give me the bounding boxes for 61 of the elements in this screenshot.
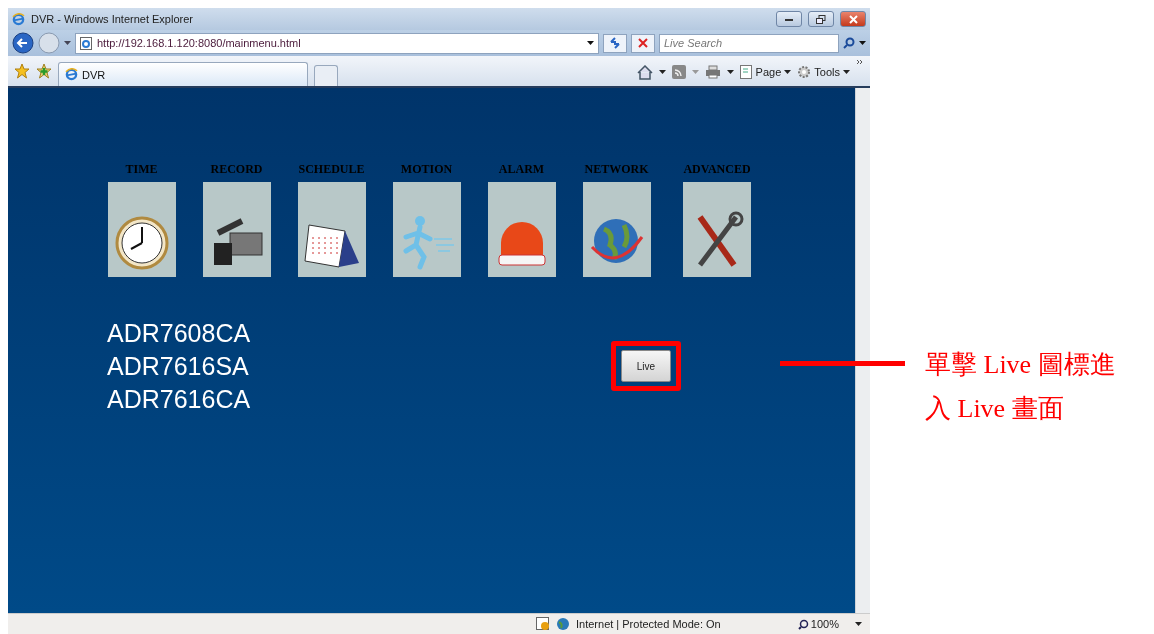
model-name: ADR7608CA [107,318,252,349]
menu-tile[interactable] [487,182,556,277]
menu-label: RECORD [210,162,263,177]
star-icon[interactable] [14,63,30,79]
model-name: ADR7616CA [107,384,252,415]
feed-icon[interactable] [671,65,686,79]
restore-button[interactable] [808,11,834,27]
caret-icon[interactable] [658,69,666,75]
menu-tile[interactable] [582,182,651,277]
address-field[interactable]: http://192.168.1.120:8080/mainmenu.html [75,32,599,54]
menu-label: NETWORK [584,162,649,177]
search-icon[interactable] [843,37,855,49]
menu-tile[interactable] [297,182,366,277]
search-field[interactable]: Live Search [659,33,839,53]
close-button[interactable] [840,11,866,27]
caret-icon[interactable] [859,40,866,46]
menu-label: TIME [125,162,158,177]
close-icon [848,14,858,24]
menu-tile[interactable] [683,182,751,277]
minimize-icon [784,16,794,22]
refresh-icon [609,37,621,49]
caret-icon [843,69,850,75]
stop-icon [638,38,648,48]
security-icon [536,617,550,631]
browser-tab[interactable]: DVR [58,62,308,86]
window-title: DVR - Windows Internet Explorer [31,13,194,25]
page-icon [739,65,753,79]
annotation-text: 入 Live 畫面 [925,393,1065,425]
menu-label: ADVANCED [683,162,751,177]
printer-icon[interactable] [704,65,721,79]
stop-button[interactable] [631,33,655,53]
menu-tile[interactable] [107,182,176,277]
refresh-button[interactable] [603,33,627,53]
scrollbar[interactable] [855,88,870,613]
command-menu[interactable]: Tools [797,65,850,79]
caret-icon[interactable] [855,621,862,627]
menu-label: SCHEDULE [298,162,365,177]
add-favorite-icon[interactable] [36,63,52,79]
minimize-button[interactable] [776,11,802,27]
zoom-level[interactable]: 100% [797,618,839,630]
caret-icon [784,69,792,75]
magnifier-icon [797,618,809,630]
restore-icon [816,14,826,24]
browser-logo-icon [65,68,78,81]
page-icon [80,36,92,50]
menu-label: ALARM [498,162,545,177]
annotation-text: 單擊 Live 圖標進 [925,349,1116,381]
gear-icon [797,65,812,79]
caret-icon[interactable] [587,40,594,46]
live-button[interactable]: Live [621,350,671,382]
back-button[interactable] [12,32,34,54]
menu-tile[interactable] [202,182,271,277]
menu-tile[interactable] [392,182,461,277]
caret-icon[interactable] [726,69,734,75]
security-zone: Internet | Protected Mode: On [576,618,721,630]
globe-icon [556,617,570,631]
home-icon[interactable] [636,64,653,80]
menu-label: MOTION [400,162,453,177]
command-menu[interactable]: Page [739,65,792,79]
browser-logo-icon [12,12,25,26]
model-name: ADR7616SA [107,351,250,382]
